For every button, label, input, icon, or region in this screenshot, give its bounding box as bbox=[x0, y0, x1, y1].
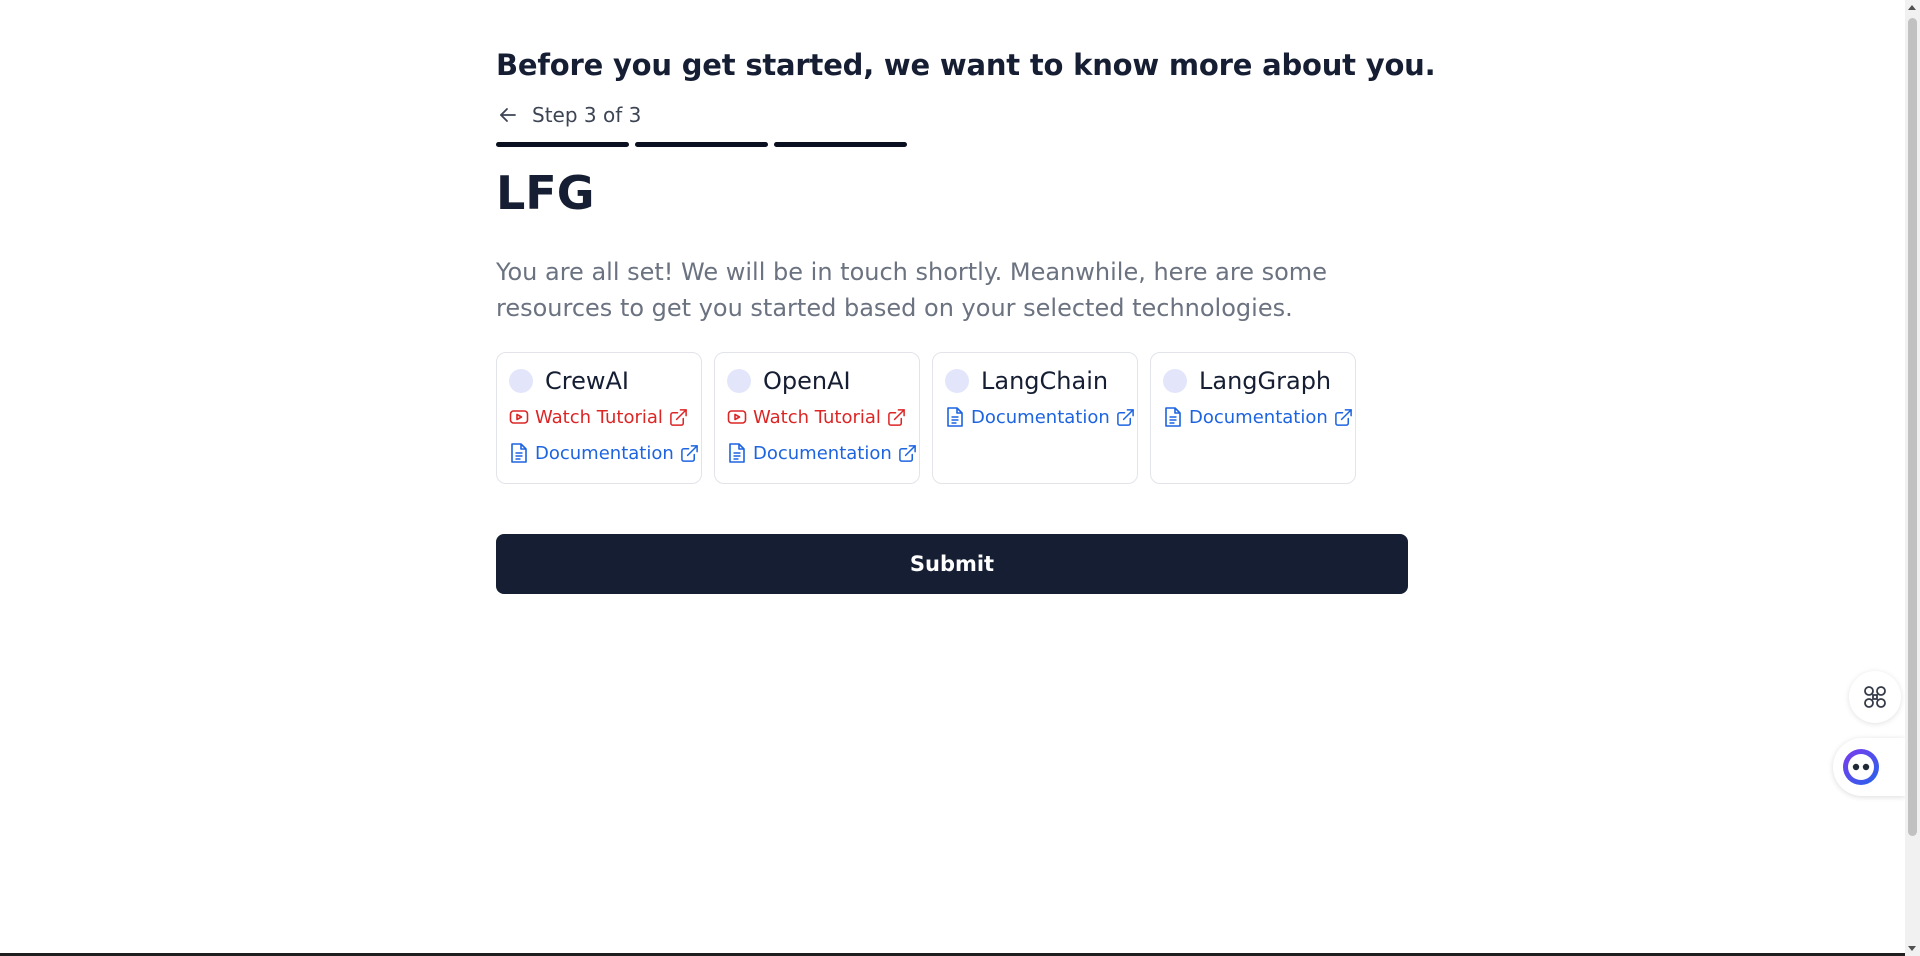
tech-logo-placeholder bbox=[727, 369, 751, 393]
watch-tutorial-link[interactable]: Watch Tutorial bbox=[509, 405, 701, 429]
external-link-icon bbox=[1334, 408, 1352, 426]
progress-segment-1 bbox=[496, 142, 629, 147]
resource-card-crewai: CrewAI Watch Tutorial Documentation bbox=[496, 352, 702, 484]
progress-segment-3 bbox=[774, 142, 907, 147]
back-arrow-icon[interactable] bbox=[496, 103, 520, 127]
scroll-up-icon[interactable] bbox=[1908, 5, 1916, 10]
link-label: Documentation bbox=[753, 442, 892, 464]
card-title: OpenAI bbox=[763, 367, 851, 395]
card-title: LangChain bbox=[981, 367, 1109, 395]
tech-logo-placeholder bbox=[1163, 369, 1187, 393]
page-headline: Before you get started, we want to know … bbox=[496, 48, 1436, 82]
assistant-bot-icon bbox=[1843, 749, 1879, 785]
card-title: CrewAI bbox=[545, 367, 629, 395]
documentation-link[interactable]: Documentation bbox=[509, 441, 701, 465]
external-link-icon bbox=[898, 444, 916, 462]
external-link-icon bbox=[670, 408, 687, 426]
link-label: Watch Tutorial bbox=[753, 406, 881, 428]
tech-logo-placeholder bbox=[509, 369, 533, 393]
tech-logo-placeholder bbox=[945, 369, 969, 393]
external-link-icon bbox=[888, 408, 905, 426]
step-label: Step 3 of 3 bbox=[532, 103, 642, 127]
link-label: Watch Tutorial bbox=[535, 406, 663, 428]
resource-cards: CrewAI Watch Tutorial Documentation Open… bbox=[496, 352, 1356, 484]
scrollbar-thumb[interactable] bbox=[1908, 18, 1917, 836]
link-label: Documentation bbox=[971, 406, 1110, 428]
external-link-icon bbox=[680, 444, 698, 462]
link-label: Documentation bbox=[1189, 406, 1328, 428]
watch-tutorial-link[interactable]: Watch Tutorial bbox=[727, 405, 919, 429]
progress-segment-2 bbox=[635, 142, 768, 147]
external-link-icon bbox=[1116, 408, 1134, 426]
step-progress-bar bbox=[496, 142, 907, 147]
documentation-link[interactable]: Documentation bbox=[945, 405, 1137, 429]
assistant-launcher[interactable] bbox=[1833, 738, 1905, 796]
resource-card-langgraph: LangGraph Documentation bbox=[1150, 352, 1356, 484]
youtube-icon bbox=[509, 410, 529, 424]
documentation-link[interactable]: Documentation bbox=[727, 441, 919, 465]
section-title: LFG bbox=[496, 166, 595, 220]
link-label: Documentation bbox=[535, 442, 674, 464]
card-title: LangGraph bbox=[1199, 367, 1332, 395]
document-icon bbox=[511, 443, 527, 463]
document-icon bbox=[947, 407, 963, 427]
submit-button[interactable]: Submit bbox=[496, 534, 1408, 594]
document-icon bbox=[1165, 407, 1181, 427]
page-scrollbar[interactable] bbox=[1905, 0, 1920, 956]
documentation-link[interactable]: Documentation bbox=[1163, 405, 1355, 429]
apps-command-button[interactable] bbox=[1849, 671, 1901, 723]
section-description: You are all set! We will be in touch sho… bbox=[496, 258, 1327, 322]
youtube-icon bbox=[727, 410, 747, 424]
scroll-down-icon[interactable] bbox=[1908, 946, 1916, 951]
resource-card-langchain: LangChain Documentation bbox=[932, 352, 1138, 484]
step-indicator: Step 3 of 3 bbox=[496, 100, 641, 130]
apps-command-icon bbox=[1864, 686, 1886, 708]
resource-card-openai: OpenAI Watch Tutorial Documentation bbox=[714, 352, 920, 484]
document-icon bbox=[729, 443, 745, 463]
